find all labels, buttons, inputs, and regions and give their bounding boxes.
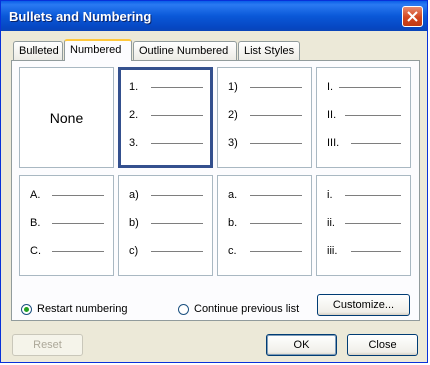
tab-numbered[interactable]: Numbered [64,39,132,61]
list-marker: ii. [327,217,335,229]
dialog-window: Bullets and Numbering Bulleted Numbered … [0,0,428,363]
numbering-option-2[interactable]: 1) 2) 3) [217,67,312,168]
placeholder-line [151,87,203,88]
list-level-row: ii. [327,216,407,230]
list-level-row: c) [129,244,209,258]
list-marker: b) [129,217,139,229]
list-marker: 2. [129,109,139,121]
list-marker: 1. [129,81,139,93]
continue-previous-list-radio[interactable] [178,304,189,315]
list-marker: a. [228,189,238,201]
placeholder-line [351,251,401,252]
list-level-row: II. [327,108,407,122]
list-marker: c) [129,245,139,257]
placeholder-line [151,251,203,252]
placeholder-line [250,251,302,252]
list-level-row: b. [228,216,308,230]
list-marker: A. [30,189,41,201]
list-marker: iii. [327,245,338,257]
restart-numbering-radio[interactable] [21,304,32,315]
list-level-row: b) [129,216,209,230]
list-marker: B. [30,217,41,229]
placeholder-line [345,223,401,224]
placeholder-line [250,143,302,144]
numbering-option-5[interactable]: a) b) c) [118,175,213,276]
list-marker: 2) [228,109,238,121]
placeholder-line [52,251,104,252]
tab-outline-numbered[interactable]: Outline Numbered [133,41,237,60]
placeholder-line [151,195,203,196]
numbering-option-3[interactable]: I. II. III. [316,67,411,168]
list-level-row: 2) [228,108,308,122]
list-level-row: A. [30,188,110,202]
continue-previous-list-label: Continue previous list [194,303,300,315]
none-label: None [49,109,84,126]
list-marker: 1) [228,81,238,93]
list-level-row: 1) [228,80,308,94]
placeholder-line [250,223,302,224]
reset-button: Reset [12,334,83,356]
list-level-row: i. [327,188,407,202]
list-marker: a) [129,189,139,201]
ok-button[interactable]: OK [266,334,337,356]
numbering-option-1[interactable]: 1. 2. 3. [118,67,213,168]
list-marker: I. [327,81,334,93]
list-marker: 3) [228,137,238,149]
placeholder-line [52,195,104,196]
numbering-option-7[interactable]: i. ii. iii. [316,175,411,276]
placeholder-line [345,115,401,116]
list-marker: C. [30,245,41,257]
list-marker: 3. [129,137,139,149]
list-level-row: 3) [228,136,308,150]
list-level-row: B. [30,216,110,230]
numbering-option-6[interactable]: a. b. c. [217,175,312,276]
list-level-row: a. [228,188,308,202]
placeholder-line [250,115,302,116]
list-level-row: III. [327,136,407,150]
list-marker: b. [228,217,238,229]
cancel-button[interactable]: Close [347,334,418,356]
list-marker: i. [327,189,333,201]
close-button[interactable] [402,6,423,27]
close-icon [407,11,418,22]
tab-bulleted[interactable]: Bulleted [13,41,63,60]
restart-numbering-label: Restart numbering [37,303,128,315]
list-level-row: iii. [327,244,407,258]
list-level-row: 2. [129,108,209,122]
placeholder-line [339,87,401,88]
list-level-row: 1. [129,80,209,94]
title-bar[interactable]: Bullets and Numbering [1,1,427,31]
placeholder-line [250,195,302,196]
placeholder-line [351,143,401,144]
placeholder-line [151,223,203,224]
list-level-row: c. [228,244,308,258]
numbered-panel: None 1. 2. 3. 1) 2) 3) I. II. III. A. B. C. a) b) c) a. b… [11,60,420,321]
placeholder-line [151,143,203,144]
list-marker: II. [327,109,337,121]
placeholder-line [345,195,401,196]
list-level-row: C. [30,244,110,258]
list-level-row: 3. [129,136,209,150]
list-marker: III. [327,137,340,149]
placeholder-line [151,115,203,116]
placeholder-line [250,87,302,88]
customize-button[interactable]: Customize... [317,294,410,316]
tab-list-styles[interactable]: List Styles [238,41,300,60]
numbering-option-0[interactable]: None [19,67,114,168]
placeholder-line [52,223,104,224]
list-marker: c. [228,245,237,257]
list-level-row: a) [129,188,209,202]
numbering-option-4[interactable]: A. B. C. [19,175,114,276]
list-level-row: I. [327,80,407,94]
dialog-title: Bullets and Numbering [9,9,152,24]
